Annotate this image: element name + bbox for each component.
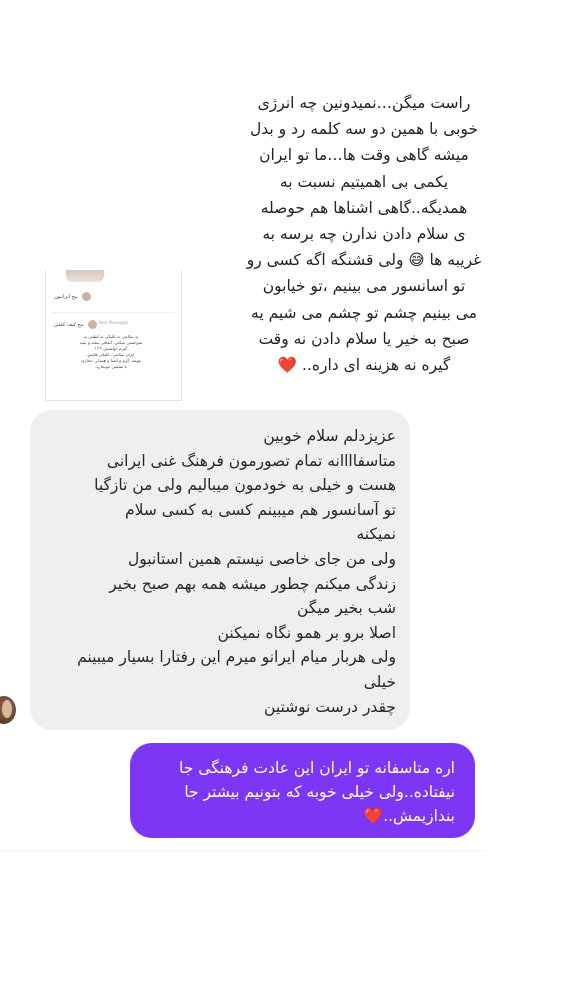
- embedded-user-row: پیج ایرانتون: [54, 292, 91, 301]
- avatar: [87, 320, 97, 329]
- divider-label: New Messages: [95, 320, 132, 325]
- outgoing-message-bubble[interactable]: اره متاسفانه تو ایران این عادت فرهنگی جا…: [130, 743, 475, 838]
- embedded-photo: [66, 270, 104, 282]
- incoming-message-bubble[interactable]: عزیزدلم سلام خوبین متاسفاااانه تمام تصور…: [30, 410, 410, 730]
- heart-emoji: ❤️: [363, 807, 384, 825]
- embedded-username: پیج کیف کفش: [54, 321, 84, 328]
- embedded-message: یه سلامی یه علیکی یه لطفی یه متواضعی میک…: [79, 334, 143, 369]
- heart-emoji: ❤️: [277, 356, 298, 375]
- outgoing-text: اره متاسفانه تو ایران این عادت فرهنگی جا…: [179, 759, 455, 825]
- embedded-chat-screenshot: پیج ایرانتون New Messages پیج کیف کفش یه…: [45, 270, 182, 401]
- embedded-user-row: پیج کیف کفش: [54, 320, 97, 329]
- incoming-message-text: عزیزدلم سلام خوبین متاسفاااانه تمام تصور…: [77, 427, 396, 716]
- caption-message: راست میگن…نمیدونین چه انرژی خوبی با همین…: [238, 90, 490, 378]
- avatar: [81, 292, 91, 301]
- sender-avatar[interactable]: [0, 696, 16, 724]
- divider: [0, 850, 485, 851]
- embedded-username: پیج ایرانتون: [54, 293, 78, 300]
- caption-text: راست میگن…نمیدونین چه انرژی خوبی با همین…: [246, 94, 482, 375]
- story-canvas: پیج ایرانتون New Messages پیج کیف کفش یه…: [0, 0, 563, 1000]
- outgoing-message-text: اره متاسفانه تو ایران این عادت فرهنگی جا…: [144, 756, 455, 828]
